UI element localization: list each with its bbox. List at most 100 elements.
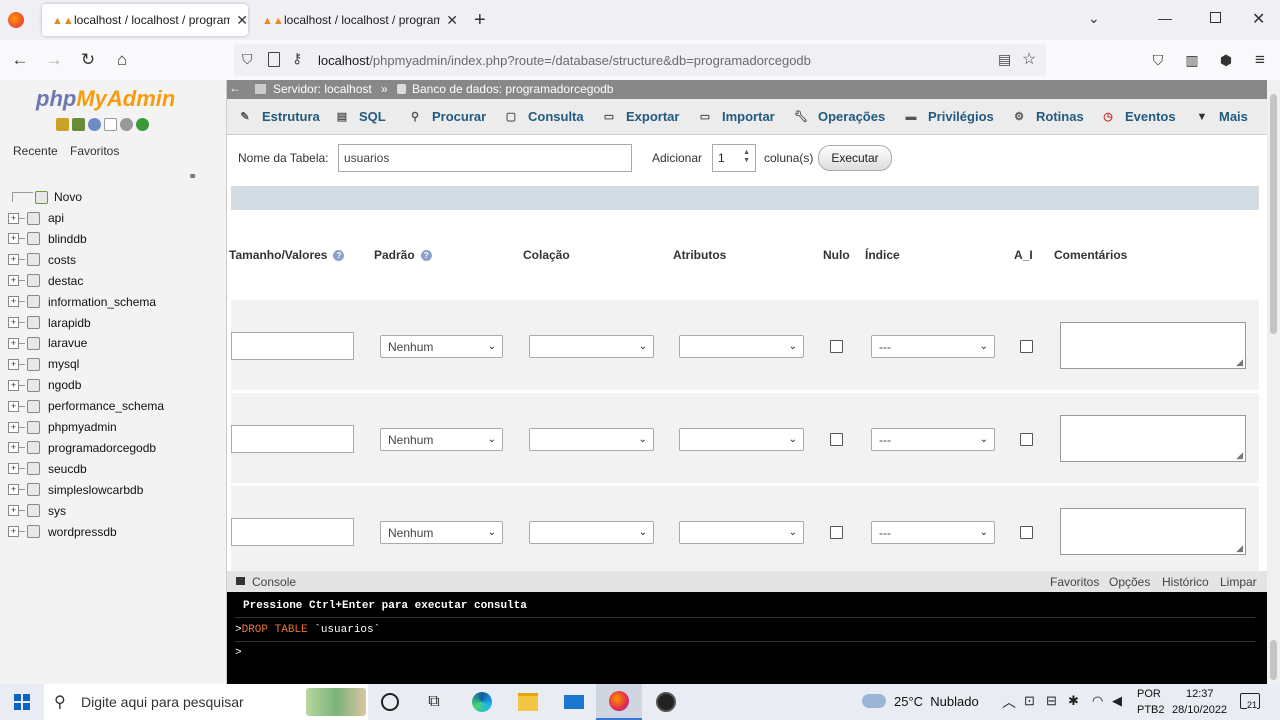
task-view-icon[interactable]: ⧉	[422, 690, 446, 714]
database-name[interactable]: mysql	[48, 357, 79, 371]
database-name[interactable]: phpmyadmin	[48, 420, 117, 434]
null-checkbox[interactable]	[830, 526, 843, 539]
tree-database-item[interactable]: + mysql	[8, 354, 79, 374]
expand-icon[interactable]: +	[8, 275, 19, 287]
menu-import[interactable]: ▭ Importar	[698, 99, 775, 134]
comments-textarea[interactable]: ◢	[1060, 508, 1246, 555]
table-name-input[interactable]: usuarios	[338, 144, 632, 172]
page-icon[interactable]	[268, 52, 280, 67]
tree-database-item[interactable]: + destac	[8, 271, 83, 291]
expand-icon[interactable]: +	[8, 317, 19, 328]
attributes-select[interactable]: ⌄	[679, 521, 804, 544]
firefox-menu-icon[interactable]	[8, 12, 24, 28]
console-options-link[interactable]: Opções	[1109, 575, 1150, 589]
breadcrumb-database[interactable]: Banco de dados: programadorcegodb	[412, 82, 613, 96]
recent-tab[interactable]: Recente	[10, 144, 61, 162]
file-explorer-icon[interactable]	[516, 690, 540, 714]
firefox-taskbar-item[interactable]	[596, 684, 642, 720]
key-icon[interactable]: ⚷	[292, 50, 302, 67]
reader-view-icon[interactable]: ▤	[998, 51, 1011, 68]
database-name[interactable]: laravue	[48, 336, 87, 350]
console-favorites-link[interactable]: Favoritos	[1050, 575, 1099, 589]
scrollbar-thumb-lower[interactable]	[1270, 640, 1277, 680]
database-name[interactable]: ngodb	[48, 378, 81, 392]
collapse-nav-icon[interactable]: ←	[229, 81, 241, 95]
home-icon[interactable]: ⌂	[110, 48, 134, 72]
meet-now-icon[interactable]: ⊡	[1024, 693, 1035, 709]
size-values-input[interactable]	[231, 518, 354, 546]
bluetooth-icon[interactable]: ✱	[1068, 693, 1079, 709]
database-name[interactable]: simpleslowcarbdb	[48, 483, 143, 497]
console-area[interactable]: Pressione Ctrl+Enter para executar consu…	[227, 592, 1267, 684]
expand-icon[interactable]: +	[8, 421, 19, 433]
tree-database-item[interactable]: + sys	[8, 501, 66, 521]
tree-database-item[interactable]: + programadorcegodb	[8, 438, 156, 458]
tree-database-item[interactable]: + ngodb	[8, 375, 81, 395]
null-checkbox[interactable]	[830, 340, 843, 353]
close-tab-icon[interactable]: ✕	[236, 12, 248, 29]
weather-text[interactable]: 25°C Nublado	[894, 694, 979, 709]
menu-export[interactable]: ▭ Exportar	[602, 99, 680, 134]
help-icon[interactable]: ?	[333, 250, 345, 262]
clock-time[interactable]: 12:37	[1186, 688, 1214, 700]
home-icon[interactable]	[56, 118, 69, 131]
database-name[interactable]: larapidb	[48, 316, 91, 330]
console-clear-link[interactable]: Limpar	[1220, 575, 1257, 589]
expand-icon[interactable]: +	[8, 379, 19, 391]
hidden-icons-chevron-icon[interactable]: ︿	[1002, 692, 1016, 712]
database-name[interactable]: sys	[48, 504, 66, 518]
expand-icon[interactable]: +	[8, 484, 19, 496]
expand-icon[interactable]: +	[8, 254, 19, 266]
forward-icon[interactable]: →	[42, 48, 66, 72]
bookmark-star-icon[interactable]: ☆	[1022, 49, 1036, 69]
resize-handle-icon[interactable]: ◢	[1236, 450, 1243, 461]
page-scrollbar[interactable]	[1267, 80, 1280, 684]
menu-routines[interactable]: ⚙ Rotinas	[1012, 99, 1084, 134]
new-tab-icon[interactable]: +	[474, 9, 486, 32]
settings-icon[interactable]	[120, 118, 133, 131]
shield-icon[interactable]: ⛉	[242, 51, 253, 68]
close-window-icon[interactable]: ✕	[1252, 9, 1265, 29]
url-text[interactable]: localhost/phpmyadmin/index.php?route=/da…	[318, 53, 811, 68]
language-top[interactable]: POR	[1137, 688, 1161, 700]
database-name[interactable]: performance_schema	[48, 399, 164, 413]
column-count-input[interactable]: 1 ▲ ▼	[712, 144, 756, 172]
expand-icon[interactable]: +	[8, 233, 19, 245]
wifi-icon[interactable]: ◠	[1092, 693, 1103, 709]
attributes-select[interactable]: ⌄	[679, 428, 804, 451]
pocket-icon[interactable]: ⛉	[1146, 48, 1170, 72]
network-icon[interactable]: ⊟	[1046, 693, 1057, 709]
expand-icon[interactable]: +	[8, 337, 19, 349]
default-select[interactable]: Nenhum ⌄	[380, 335, 503, 358]
index-select[interactable]: --- ⌄	[871, 335, 995, 358]
weather-icon[interactable]	[862, 694, 886, 708]
address-bar[interactable]: ⛉ ⚷ localhost/phpmyadmin/index.php?route…	[234, 44, 1046, 76]
tab-1[interactable]: ▲▲ localhost / localhost / programador ✕	[42, 4, 248, 36]
favorites-tab[interactable]: Favoritos	[67, 144, 122, 162]
reload-icon[interactable]: ↻	[76, 48, 100, 72]
menu-search[interactable]: ⚲ Procurar	[408, 99, 486, 134]
logout-icon[interactable]	[72, 118, 85, 131]
tree-database-item[interactable]: + costs	[8, 250, 76, 270]
expand-icon[interactable]: +	[8, 526, 19, 537]
expand-icon[interactable]: +	[8, 442, 19, 454]
console-input-prompt[interactable]: >	[235, 647, 242, 659]
link-icon[interactable]: ⚭	[188, 170, 197, 183]
menu-events[interactable]: ◷ Eventos	[1101, 99, 1175, 134]
tree-database-item[interactable]: + performance_schema	[8, 396, 164, 416]
database-name[interactable]: costs	[48, 253, 76, 267]
comments-textarea[interactable]: ◢	[1060, 415, 1246, 462]
expand-icon[interactable]: +	[8, 463, 19, 475]
library-icon[interactable]: ▥	[1180, 48, 1204, 72]
expand-icon[interactable]: +	[8, 400, 19, 412]
default-select[interactable]: Nenhum ⌄	[380, 521, 503, 544]
language-bottom[interactable]: PTB2	[1137, 704, 1165, 716]
collation-select[interactable]: ⌄	[529, 428, 654, 451]
database-name[interactable]: blinddb	[48, 232, 87, 246]
tree-database-item[interactable]: + laravue	[8, 333, 87, 353]
tree-database-item[interactable]: + information_schema	[8, 292, 156, 312]
restore-icon[interactable]	[1210, 12, 1221, 23]
tree-database-item[interactable]: + api	[8, 208, 64, 228]
attributes-select[interactable]: ⌄	[679, 335, 804, 358]
reload-nav-icon[interactable]	[136, 118, 149, 131]
